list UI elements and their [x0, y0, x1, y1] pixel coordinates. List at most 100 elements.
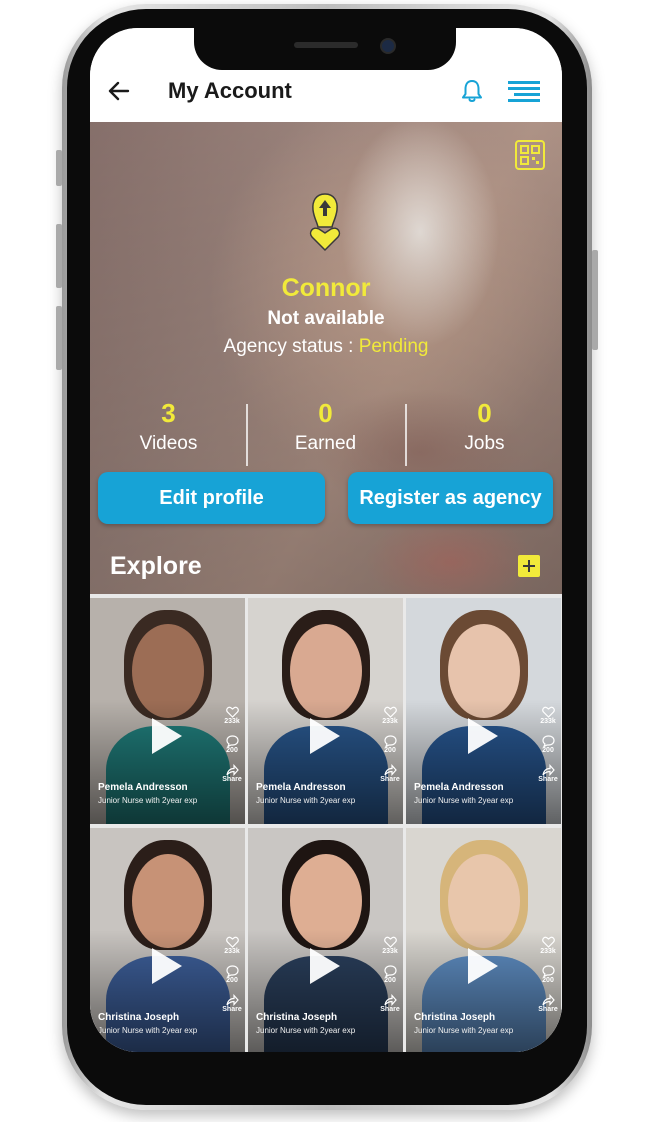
explore-card[interactable]: 233k 200 Share Pemela Andresson Junior N… [248, 598, 403, 824]
phone-mute-switch [56, 150, 62, 186]
likes-count: 233k [224, 718, 240, 725]
bell-icon[interactable] [460, 78, 484, 104]
explore-card[interactable]: 233k 200 Share Christina Joseph Junior N… [248, 828, 403, 1052]
edit-profile-button[interactable]: Edit profile [98, 472, 325, 524]
play-icon[interactable] [308, 946, 342, 986]
card-subtitle: Junior Nurse with 2year exp [98, 796, 198, 805]
comment-icon[interactable] [383, 735, 397, 747]
stat-earned-value: 0 [318, 398, 333, 428]
card-engagement: 233k 200 Share [378, 936, 402, 1023]
hamburger-menu-icon[interactable] [508, 80, 540, 102]
share-label: Share [222, 1006, 242, 1013]
comments-count: 200 [226, 747, 238, 754]
share-label: Share [380, 776, 400, 783]
likes-count: 233k [540, 718, 556, 725]
agency-status: Agency status : Pending [90, 336, 562, 358]
card-subtitle: Junior Nurse with 2year exp [414, 1026, 514, 1035]
explore-card[interactable]: 233k 200 Share Pemela Andresson Junior N… [90, 598, 245, 824]
stat-earned[interactable]: 0 Earned [247, 398, 404, 460]
plus-glyph [523, 560, 535, 572]
play-icon[interactable] [466, 716, 500, 756]
phone-screen: My Account Connor Not available Agency s… [90, 28, 562, 1052]
card-subtitle: Junior Nurse with 2year exp [414, 796, 514, 805]
back-arrow-icon[interactable] [106, 78, 132, 104]
share-icon[interactable] [383, 764, 397, 776]
play-icon[interactable] [308, 716, 342, 756]
share-label: Share [538, 1006, 558, 1013]
speaker [294, 42, 358, 48]
stat-jobs-label: Jobs [464, 433, 505, 454]
card-engagement: 233k 200 Share [220, 706, 244, 793]
card-name: Pemela Andresson [98, 782, 188, 793]
card-name: Pemela Andresson [414, 782, 504, 793]
explore-card[interactable]: 233k 200 Share Christina Joseph Junior N… [406, 828, 561, 1052]
comments-count: 200 [226, 977, 238, 984]
heart-icon[interactable] [541, 936, 555, 948]
agency-status-value: Pending [358, 336, 429, 357]
stat-jobs-value: 0 [477, 398, 492, 428]
heart-icon[interactable] [225, 936, 239, 948]
share-icon[interactable] [541, 764, 555, 776]
share-label: Share [538, 776, 558, 783]
front-camera [380, 38, 396, 54]
likes-count: 233k [382, 948, 398, 955]
play-icon[interactable] [466, 946, 500, 986]
share-icon[interactable] [383, 994, 397, 1006]
likes-count: 233k [540, 948, 556, 955]
comment-icon[interactable] [225, 735, 239, 747]
heart-icon[interactable] [225, 706, 239, 718]
phone-volume-up [56, 224, 62, 288]
comments-count: 200 [384, 747, 396, 754]
explore-card[interactable]: 233k 200 Share Pemela Andresson Junior N… [406, 598, 561, 824]
plus-icon[interactable] [518, 555, 540, 577]
comments-count: 200 [384, 977, 396, 984]
share-label: Share [222, 776, 242, 783]
likes-count: 233k [224, 948, 240, 955]
card-name: Christina Joseph [414, 1012, 496, 1023]
explore-grid: 233k 200 Share Pemela Andresson Junior N… [90, 594, 562, 1052]
comment-icon[interactable] [541, 735, 555, 747]
explore-card[interactable]: 233k 200 Share Christina Joseph Junior N… [90, 828, 245, 1052]
comments-count: 200 [542, 747, 554, 754]
availability-status: Not available [267, 308, 385, 329]
share-icon[interactable] [541, 994, 555, 1006]
card-engagement: 233k 200 Share [220, 936, 244, 1023]
comment-icon[interactable] [541, 965, 555, 977]
phone-volume-down [56, 306, 62, 370]
page-title: My Account [168, 78, 292, 103]
comments-count: 200 [542, 977, 554, 984]
phone-power-button [592, 250, 598, 350]
heart-icon[interactable] [383, 706, 397, 718]
comment-icon[interactable] [383, 965, 397, 977]
stat-videos[interactable]: 3 Videos [90, 398, 247, 460]
play-icon[interactable] [150, 716, 184, 756]
card-subtitle: Junior Nurse with 2year exp [256, 796, 356, 805]
profile-name: Connor [281, 274, 371, 302]
card-name: Christina Joseph [256, 1012, 338, 1023]
card-engagement: 233k 200 Share [536, 706, 560, 793]
share-icon[interactable] [225, 764, 239, 776]
stat-videos-label: Videos [139, 433, 198, 454]
register-agency-button[interactable]: Register as agency [348, 472, 553, 524]
share-icon[interactable] [225, 994, 239, 1006]
card-engagement: 233k 200 Share [378, 706, 402, 793]
qr-code-icon[interactable] [515, 140, 545, 170]
likes-count: 233k [382, 718, 398, 725]
heart-icon[interactable] [541, 706, 555, 718]
card-subtitle: Junior Nurse with 2year exp [256, 1026, 356, 1035]
card-subtitle: Junior Nurse with 2year exp [98, 1026, 198, 1035]
stat-videos-value: 3 [161, 398, 176, 428]
explore-heading: Explore [110, 552, 202, 580]
profile-hero: Connor Not available Agency status : Pen… [90, 122, 562, 594]
share-label: Share [380, 1006, 400, 1013]
heart-icon[interactable] [383, 936, 397, 948]
comment-icon[interactable] [225, 965, 239, 977]
card-name: Christina Joseph [98, 1012, 180, 1023]
agency-status-label: Agency status : [223, 336, 359, 357]
card-engagement: 233k 200 Share [536, 936, 560, 1023]
notch [194, 28, 456, 70]
footprint-heart-icon [309, 193, 341, 252]
play-icon[interactable] [150, 946, 184, 986]
profile-stats: 3 Videos 0 Earned 0 Jobs [90, 398, 562, 470]
stat-jobs[interactable]: 0 Jobs [406, 398, 562, 460]
